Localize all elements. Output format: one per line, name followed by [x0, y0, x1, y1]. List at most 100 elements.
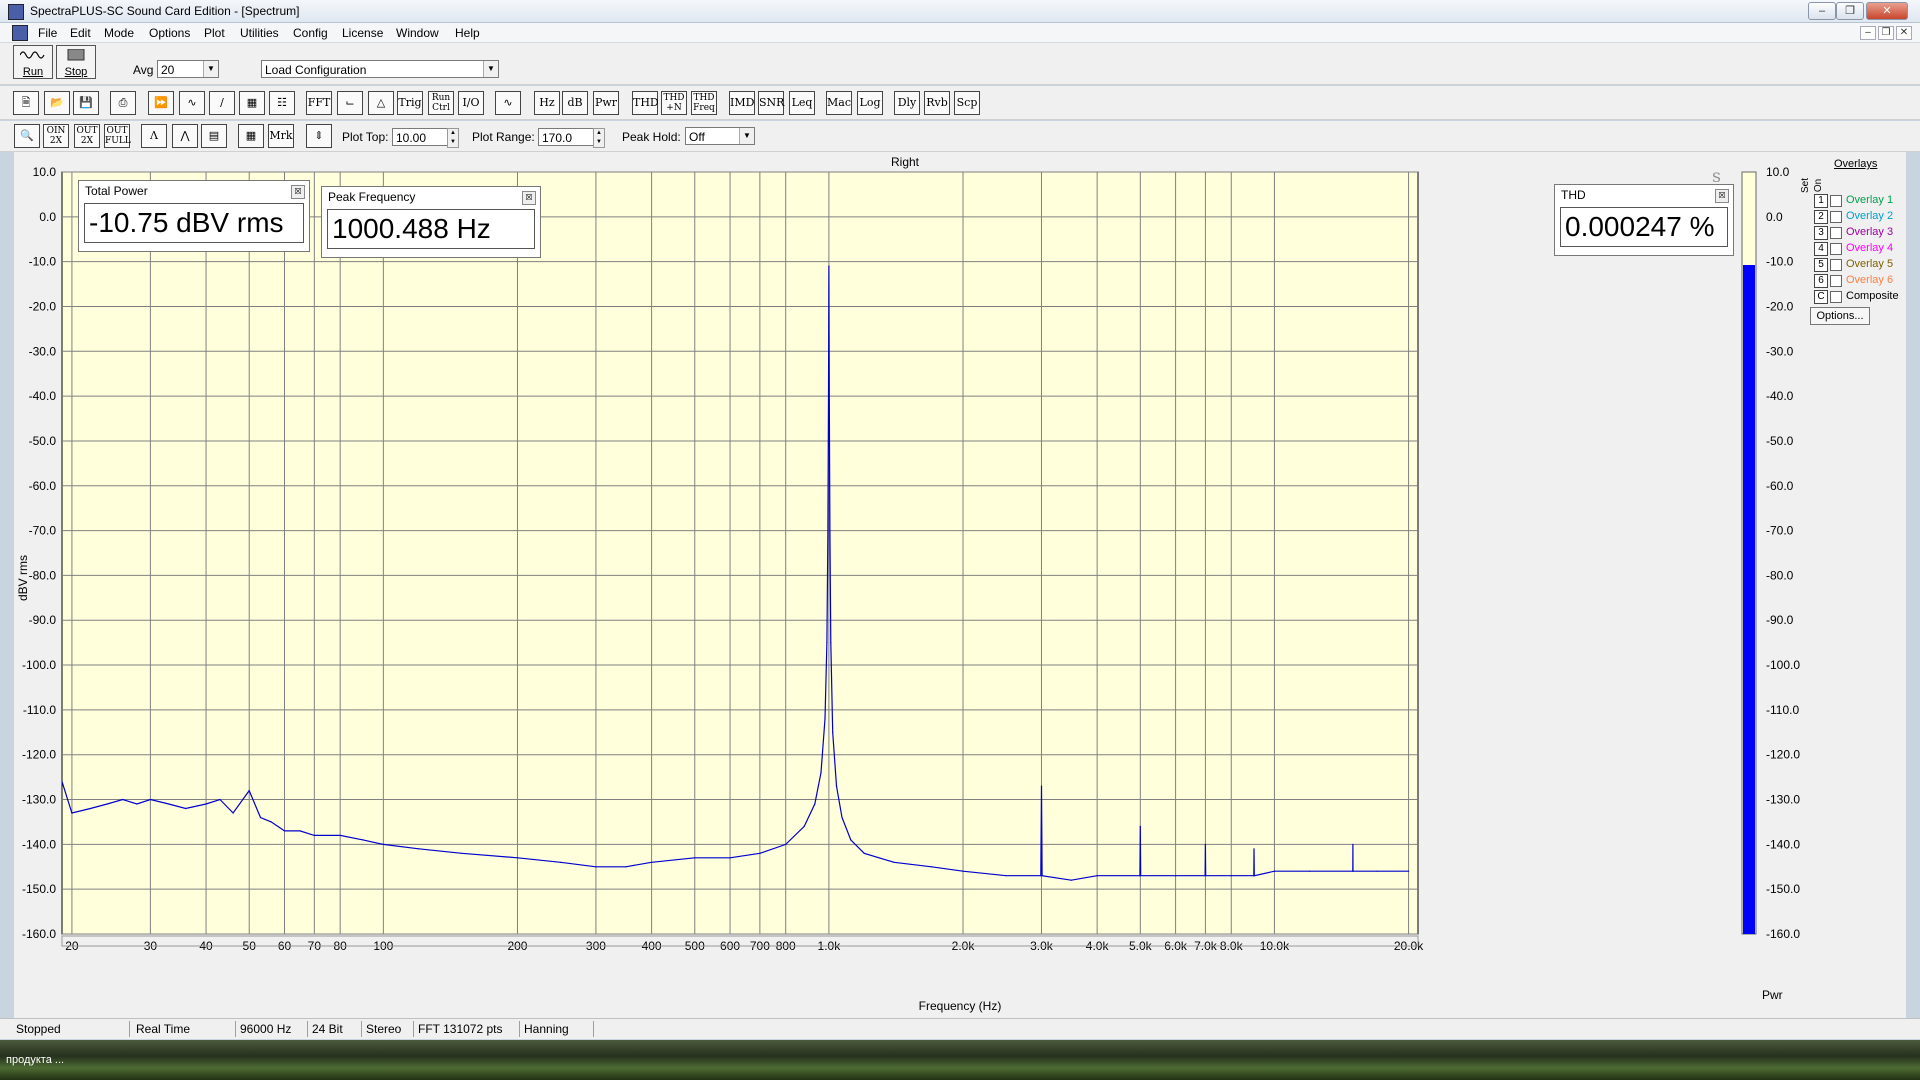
plot-range-input[interactable]: 170.0 ▲ ▼: [538, 128, 605, 148]
mdi-restore-button[interactable]: ❐: [1878, 26, 1894, 40]
db-button[interactable]: dB: [562, 91, 588, 115]
spinner-icon[interactable]: ▲ ▼: [593, 128, 605, 148]
log-button[interactable]: Log: [857, 91, 883, 115]
mac-button[interactable]: Mac: [826, 91, 852, 115]
overlay-checkbox[interactable]: [1830, 195, 1842, 207]
grid-icon[interactable]: ▦: [238, 124, 264, 148]
signal-generator-icon[interactable]: ∿: [495, 91, 521, 115]
overlay-checkbox[interactable]: [1830, 291, 1842, 303]
overlay-options-button[interactable]: Options...: [1810, 307, 1870, 325]
thd-button[interactable]: THD: [632, 91, 659, 115]
close-icon[interactable]: ☒: [522, 191, 536, 205]
status-bit-depth: 24 Bit: [308, 1021, 362, 1037]
spectrum-point: [832, 731, 834, 733]
overlay-checkbox[interactable]: [1830, 227, 1842, 239]
new-file-icon[interactable]: 🗎: [13, 91, 39, 115]
menu-window[interactable]: Window: [396, 26, 439, 40]
zoom-icon[interactable]: 🔍: [14, 124, 40, 148]
menu-utilities[interactable]: Utilities: [240, 26, 279, 40]
menu-help[interactable]: Help: [455, 26, 480, 40]
menu-edit[interactable]: Edit: [70, 26, 91, 40]
print-icon[interactable]: ⎙: [110, 91, 136, 115]
total-power-meter[interactable]: Total Power ☒ -10.75 dBV rms: [78, 180, 310, 252]
pwr-tick-label: -160.0: [1766, 927, 1800, 941]
imd-button[interactable]: IMD: [729, 91, 755, 115]
marker-button[interactable]: Mrk: [268, 124, 294, 148]
spectrum-point: [651, 861, 653, 863]
thd-meter[interactable]: THD ☒ 0.000247 %: [1554, 184, 1734, 256]
peak-icon[interactable]: Λ: [141, 124, 167, 148]
thd-freq-button[interactable]: THD Freq: [691, 91, 717, 115]
weighting-icon[interactable]: △: [368, 91, 394, 115]
axes-icon[interactable]: ⌙: [337, 91, 363, 115]
fft-button[interactable]: FFT: [306, 91, 332, 115]
status-channels: Stereo: [362, 1021, 414, 1037]
scp-button[interactable]: Scp: [954, 91, 980, 115]
spinner-icon[interactable]: ▲ ▼: [447, 128, 459, 148]
zoom-out-full-button[interactable]: OUT FULL: [104, 124, 131, 148]
y-tick-label: -120.0: [22, 748, 56, 762]
peak-frequency-meter[interactable]: Peak Frequency ☒ 1000.488 Hz: [321, 186, 541, 258]
close-button[interactable]: ✕: [1866, 2, 1908, 20]
menu-mode[interactable]: Mode: [104, 26, 134, 40]
rvb-button[interactable]: Rvb: [924, 91, 950, 115]
pwr-button[interactable]: Pwr: [593, 91, 619, 115]
menu-config[interactable]: Config: [293, 26, 328, 40]
zoom-in-2x-button[interactable]: OIN 2X: [43, 124, 69, 148]
waterfall-icon[interactable]: ☷: [269, 91, 295, 115]
spectrogram-icon[interactable]: ▦: [239, 91, 265, 115]
stop-button[interactable]: Stop: [56, 45, 96, 79]
menu-plot[interactable]: Plot: [204, 26, 225, 40]
bar-plot-icon[interactable]: ▤: [201, 124, 227, 148]
spectrum-point: [362, 839, 364, 841]
ramp-icon[interactable]: ∕: [209, 91, 235, 115]
spectrum-chart[interactable]: 10.0 0.0 -10.0 -20.0 -30.0 -40.0 -50.0 -60.0 -70…: [14, 152, 1906, 1018]
y-tick-label: -10.0: [29, 255, 57, 269]
taskbar-item[interactable]: продукта ...: [6, 1054, 64, 1066]
document-icon[interactable]: [12, 25, 28, 41]
open-folder-icon[interactable]: 📂: [44, 91, 70, 115]
area-plot-icon[interactable]: ⋀: [172, 124, 198, 148]
hz-button[interactable]: Hz: [534, 91, 560, 115]
overlay-checkbox[interactable]: [1830, 259, 1842, 271]
mdi-close-button[interactable]: ✕: [1896, 26, 1912, 40]
overlay-checkbox[interactable]: [1830, 211, 1842, 223]
close-icon[interactable]: ☒: [1715, 189, 1729, 203]
menu-license[interactable]: License: [342, 26, 383, 40]
overlay-checkbox[interactable]: [1830, 243, 1842, 255]
pwr-tick-labels: 10.0 0.0 -10.0 -20.0 -30.0 -40.0 -50.0 -60.0 -70…: [1766, 165, 1800, 941]
cursor-icon[interactable]: ⇕: [306, 124, 332, 148]
minimize-button[interactable]: –: [1808, 2, 1836, 20]
fast-forward-icon[interactable]: ⏩: [148, 91, 174, 115]
spectrum-point: [136, 803, 138, 805]
maximize-button[interactable]: ❐: [1836, 2, 1864, 20]
io-button[interactable]: I/O: [458, 91, 484, 115]
scope-icon[interactable]: ∿: [179, 91, 205, 115]
pwr-tick-label: -70.0: [1766, 524, 1794, 538]
spectrum-point: [625, 866, 627, 868]
zoom-out-2x-button[interactable]: OUT 2X: [74, 124, 100, 148]
leq-button[interactable]: Leq: [789, 91, 815, 115]
trig-button[interactable]: Trig: [397, 91, 423, 115]
avg-select[interactable]: 20 ▼: [157, 60, 219, 78]
spectrum-point: [893, 861, 895, 863]
plot-top-input[interactable]: 10.00 ▲ ▼: [392, 128, 459, 148]
run-button[interactable]: Run: [13, 45, 53, 79]
run-ctrl-button[interactable]: Run Ctrl: [428, 91, 454, 115]
configuration-select[interactable]: Load Configuration ▼: [261, 60, 499, 78]
close-icon[interactable]: ☒: [291, 185, 305, 199]
thd-n-button[interactable]: THD +N: [661, 91, 687, 115]
spectrum-point: [1352, 870, 1354, 872]
menu-file[interactable]: File: [38, 26, 57, 40]
mdi-minimize-button[interactable]: –: [1860, 26, 1876, 40]
dly-button[interactable]: Dly: [894, 91, 920, 115]
snr-button[interactable]: SNR: [758, 91, 784, 115]
y-tick-labels: 10.0 0.0 -10.0 -20.0 -30.0 -40.0 -50.0 -60.0 -70…: [22, 165, 56, 941]
spectrum-point: [248, 790, 250, 792]
save-icon[interactable]: 💾: [73, 91, 99, 115]
peak-hold-select[interactable]: Off ▼: [685, 127, 755, 145]
overlay-checkbox[interactable]: [1830, 275, 1842, 287]
spectrum-point: [863, 852, 865, 854]
menu-options[interactable]: Options: [149, 26, 190, 40]
spectrum-point: [829, 530, 831, 532]
